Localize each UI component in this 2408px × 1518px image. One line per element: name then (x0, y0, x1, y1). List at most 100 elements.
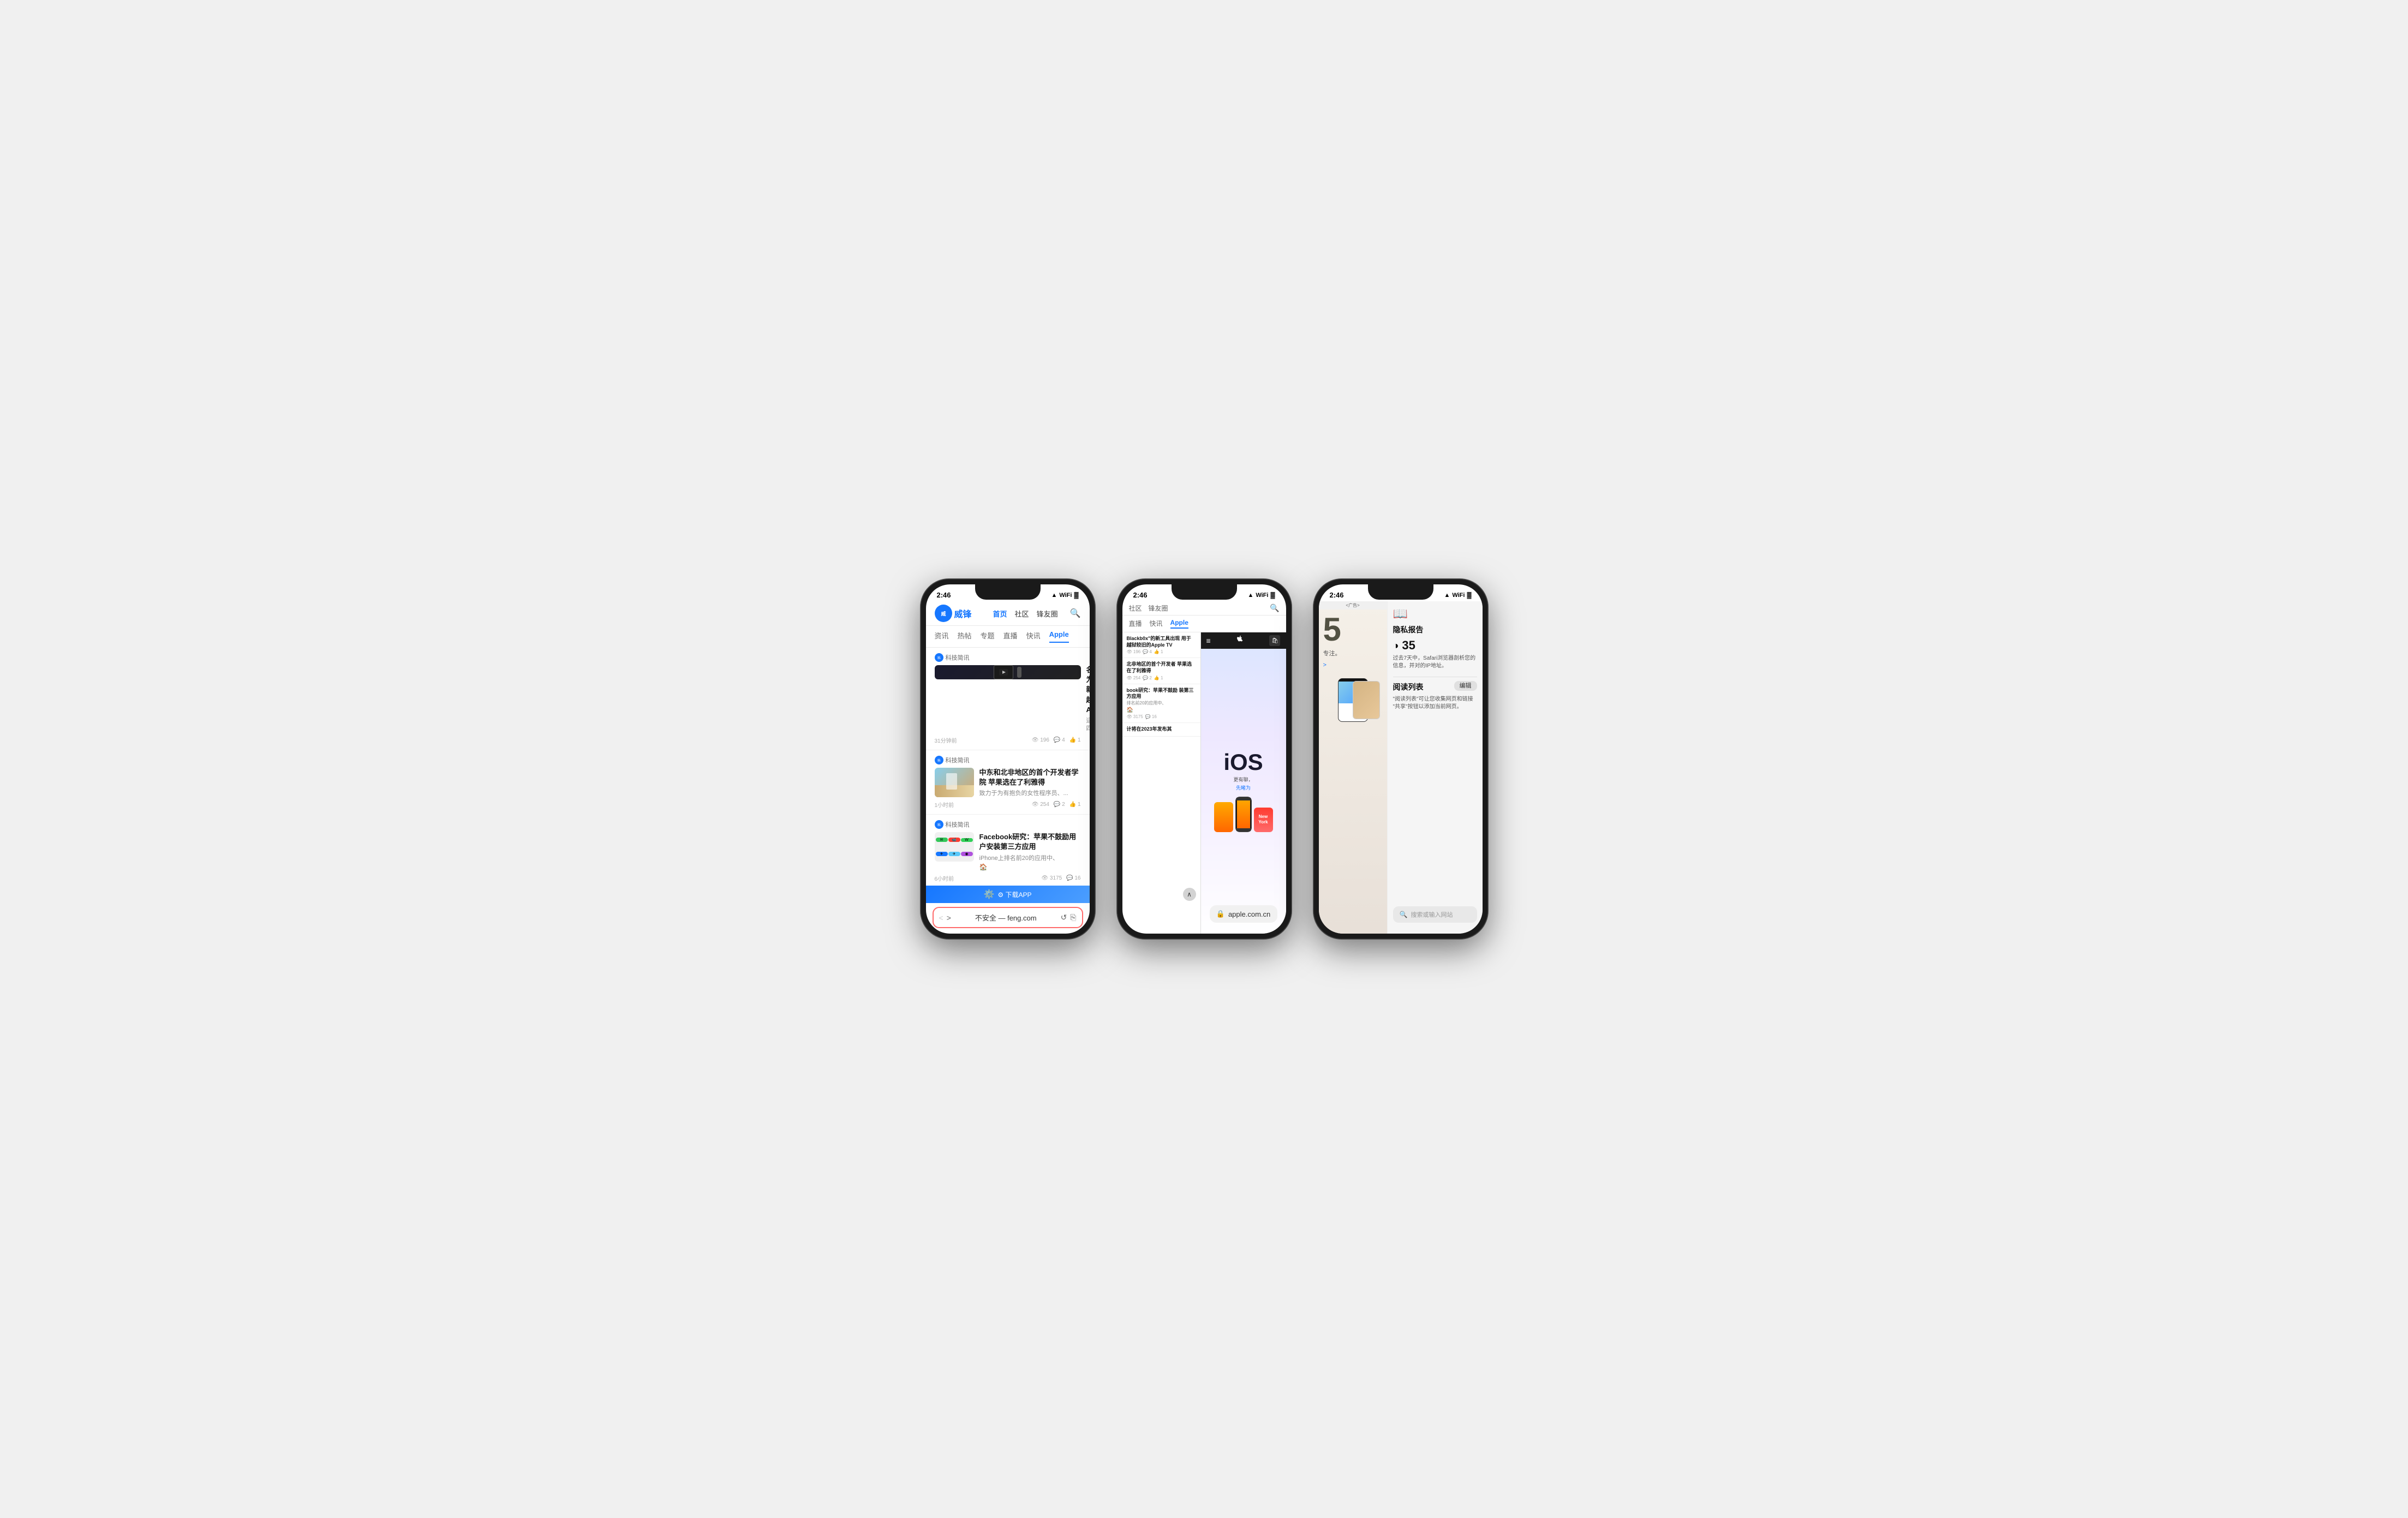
ios-preview-link[interactable]: 先睹为 (1236, 784, 1251, 791)
wf-logo: 威 威锋 (935, 605, 972, 622)
mini-likes-2: 👍 1 (1154, 676, 1163, 680)
category-icon-3: 科 (935, 820, 943, 829)
edit-button[interactable]: 编辑 (1454, 680, 1477, 690)
tab-flash[interactable]: 快讯 (1026, 630, 1041, 643)
article-1-stats: 👁 196 💬 4 👍 1 (1032, 737, 1081, 743)
notch-2 (1172, 584, 1237, 600)
phone3-left: <广告> 5 专注。 > (1319, 601, 1388, 934)
ios-link-arrow[interactable]: > (1323, 662, 1383, 668)
views-3: 👁 3175 (1041, 875, 1062, 881)
mini-article-3-desc: 排名前20的应用中、 (1127, 700, 1196, 706)
signal-icon-2: ▲ (1247, 592, 1253, 599)
wf-logo-icon: 威 (935, 605, 952, 622)
tab-news[interactable]: 资讯 (935, 630, 949, 643)
mini-article-2-stats: 👁 254 💬 2 👍 1 (1127, 676, 1196, 680)
tab-apple[interactable]: Apple (1049, 630, 1069, 643)
privacy-count-icon: ◑ (1393, 640, 1399, 652)
tab-live[interactable]: 直播 (1003, 630, 1018, 643)
tab-hot[interactable]: 热帖 (958, 630, 972, 643)
tab-live-2[interactable]: 直播 (1129, 619, 1142, 629)
nav-friends[interactable]: 锋友圈 (1149, 603, 1168, 613)
apple-dark-header: ≡ 🛍 (1201, 632, 1286, 649)
privacy-count-num: 35 (1402, 638, 1415, 653)
search-icon[interactable]: 🔍 (1070, 608, 1081, 619)
scroll-chevron-2[interactable]: ∧ (1183, 888, 1196, 901)
article-3-body: ✉ 📹 W ✈ ✈ ◉ Facebook研究：苹果不鼓励用户安装第三方应用 iP… (935, 832, 1081, 871)
battery-icon-1: ▓ (1074, 592, 1078, 599)
phone-1: 2:46 ▲ WiFi ▓ 威 威锋 (921, 579, 1095, 939)
safari-search-bar[interactable]: 🔍 搜索或输入网站 (1393, 906, 1477, 923)
ios-tagline: 更有聊， (1233, 776, 1253, 783)
article-3-footer: 6小时前 👁 3175 💬 16 (935, 874, 1081, 882)
copy-icon[interactable]: ⎘ (1070, 913, 1076, 922)
article-2-info: 中东和北非地区的首个开发者学院 苹果选在了利雅得 致力于为有抱负的女性程序员、.… (979, 768, 1081, 798)
safari-address-bar[interactable]: 🔒 apple.com.cn (1210, 905, 1277, 923)
privacy-desc: 过去7天中，Safari浏览器剖析您的信息，并对的IP地址。 (1393, 655, 1477, 670)
mini-article-1[interactable]: Blackb0x"的新工具出现 用于越狱较旧的Apple TV 👁 196 💬 … (1122, 632, 1200, 658)
reading-list-section: 阅读列表 "阅读列表"可让您收集网页和链接 "共享"按钮以添加当前网页。 编辑 (1393, 682, 1477, 711)
views-2: 👁 254 (1032, 802, 1049, 808)
ad-label: <广告> (1319, 601, 1387, 609)
likes-1: 👍 1 (1069, 737, 1081, 743)
search-placeholder: 搜索或输入网站 (1411, 910, 1453, 919)
mini-article-3-stats: 👁 3175 💬 16 (1127, 714, 1196, 719)
phone3-right: 📖 隐私报告 ◑ 35 过去7天中，Safari浏览器剖析您的信息，并对的IP地… (1388, 601, 1483, 934)
article-2[interactable]: 科 科技简讯 中东和北非地区的首个开发者学院 苹果选在了利雅得 致力于为有抱负的… (926, 750, 1090, 815)
device-mockups: NewYork (1214, 797, 1273, 832)
article-3-stats: 👁 3175 💬 16 (1041, 875, 1080, 881)
signal-icon-3: ▲ (1444, 592, 1450, 599)
mini-views-1: 👁 196 (1127, 649, 1141, 654)
nav-item-community[interactable]: 社区 (1015, 608, 1029, 619)
category-icon-1: 科 (935, 653, 943, 662)
device-orange (1214, 802, 1233, 832)
mini-comments-1: 💬 4 (1143, 649, 1152, 654)
wifi-icon-1: WiFi (1059, 592, 1072, 599)
article-1-desc: 适用于第三代和第四代Apple TV。 (1086, 717, 1090, 733)
article-1[interactable]: 科 科技简讯 名为"Blackb0x"的新工具出现 用于越狱较旧的Apple (926, 648, 1090, 750)
nav-community[interactable]: 社区 (1129, 603, 1142, 613)
ios-text: iOS (1223, 751, 1263, 774)
mini-article-4[interactable]: 计将在2023年发布其 (1122, 723, 1200, 737)
download-banner[interactable]: ⚙️ ⚙ 下载APP (926, 886, 1090, 903)
address-url: apple.com.cn (1228, 910, 1270, 918)
wifi-icon-2: WiFi (1256, 592, 1268, 599)
tab-special[interactable]: 专题 (981, 630, 995, 643)
comments-3: 💬 16 (1066, 875, 1080, 881)
address-text[interactable]: 不安全 — feng.com (955, 912, 1056, 923)
article-2-thumb (935, 768, 974, 797)
reading-list-desc: "阅读列表"可让您收集网页和链接 "共享"按钮以添加当前网页。 (1393, 696, 1477, 711)
category-text-2: 科技简讯 (946, 756, 970, 764)
tab-apple-2[interactable]: Apple (1170, 619, 1188, 629)
mini-article-1-title: Blackb0x"的新工具出现 用于越狱较旧的Apple TV (1127, 636, 1196, 648)
battery-icon-2: ▓ (1270, 592, 1275, 599)
category-text-3: 科技简讯 (946, 820, 970, 829)
status-time-2: 2:46 (1133, 591, 1148, 599)
article-3[interactable]: 科 科技简讯 ✉ 📹 W ✈ ✈ ◉ (926, 815, 1090, 888)
nav-item-home[interactable]: 首页 (993, 608, 1007, 619)
mini-article-3[interactable]: book研究：苹果不鼓励 装第三方应用 排名前20的应用中、 🏠 👁 3175 … (1122, 684, 1200, 723)
apple-logo-dark (1237, 636, 1244, 646)
article-3-title: Facebook研究：苹果不鼓励用户安装第三方应用 (979, 832, 1081, 852)
comments-2: 💬 2 (1054, 802, 1065, 808)
phone2-article-list: Blackb0x"的新工具出现 用于越狱较旧的Apple TV 👁 196 💬 … (1122, 632, 1201, 934)
article-3-category: 科 科技简讯 (935, 820, 1081, 829)
article-1-time: 31分钟前 (935, 736, 957, 744)
forward-arrow[interactable]: > (947, 913, 951, 922)
notch-1 (975, 584, 1041, 600)
phone2-content: Blackb0x"的新工具出现 用于越狱较旧的Apple TV 👁 196 💬 … (1122, 632, 1286, 934)
phone2-apple-page: ≡ 🛍 iOS 更有聊， 先睹为 (1201, 632, 1286, 934)
nav-item-friends[interactable]: 锋友圈 (1037, 608, 1058, 619)
search-icon-2[interactable]: 🔍 (1270, 603, 1279, 613)
back-arrow[interactable]: < (939, 913, 943, 922)
mini-article-3-title: book研究：苹果不鼓励 装第三方应用 (1127, 688, 1196, 700)
tab-flash-2[interactable]: 快讯 (1150, 619, 1163, 629)
article-1-body: 名为"Blackb0x"的新工具出现 用于越狱较旧的Apple TV 适用于第三… (935, 665, 1081, 733)
views-1: 👁 196 (1032, 737, 1049, 743)
phone-2: 2:46 ▲ WiFi ▓ 社区 锋友圈 🔍 直播 快讯 Apple (1117, 579, 1292, 939)
reload-icon[interactable]: ↺ (1061, 913, 1067, 922)
mini-article-2[interactable]: 北非地区的首个开发者 苹果选在了利雅得 👁 254 💬 2 👍 1 (1122, 658, 1200, 684)
bag-icon[interactable]: 🛍 (1269, 635, 1280, 646)
hamburger-icon[interactable]: ≡ (1206, 636, 1211, 645)
mini-likes-1: 👍 1 (1154, 649, 1163, 654)
ios-number: 5 (1323, 615, 1383, 644)
